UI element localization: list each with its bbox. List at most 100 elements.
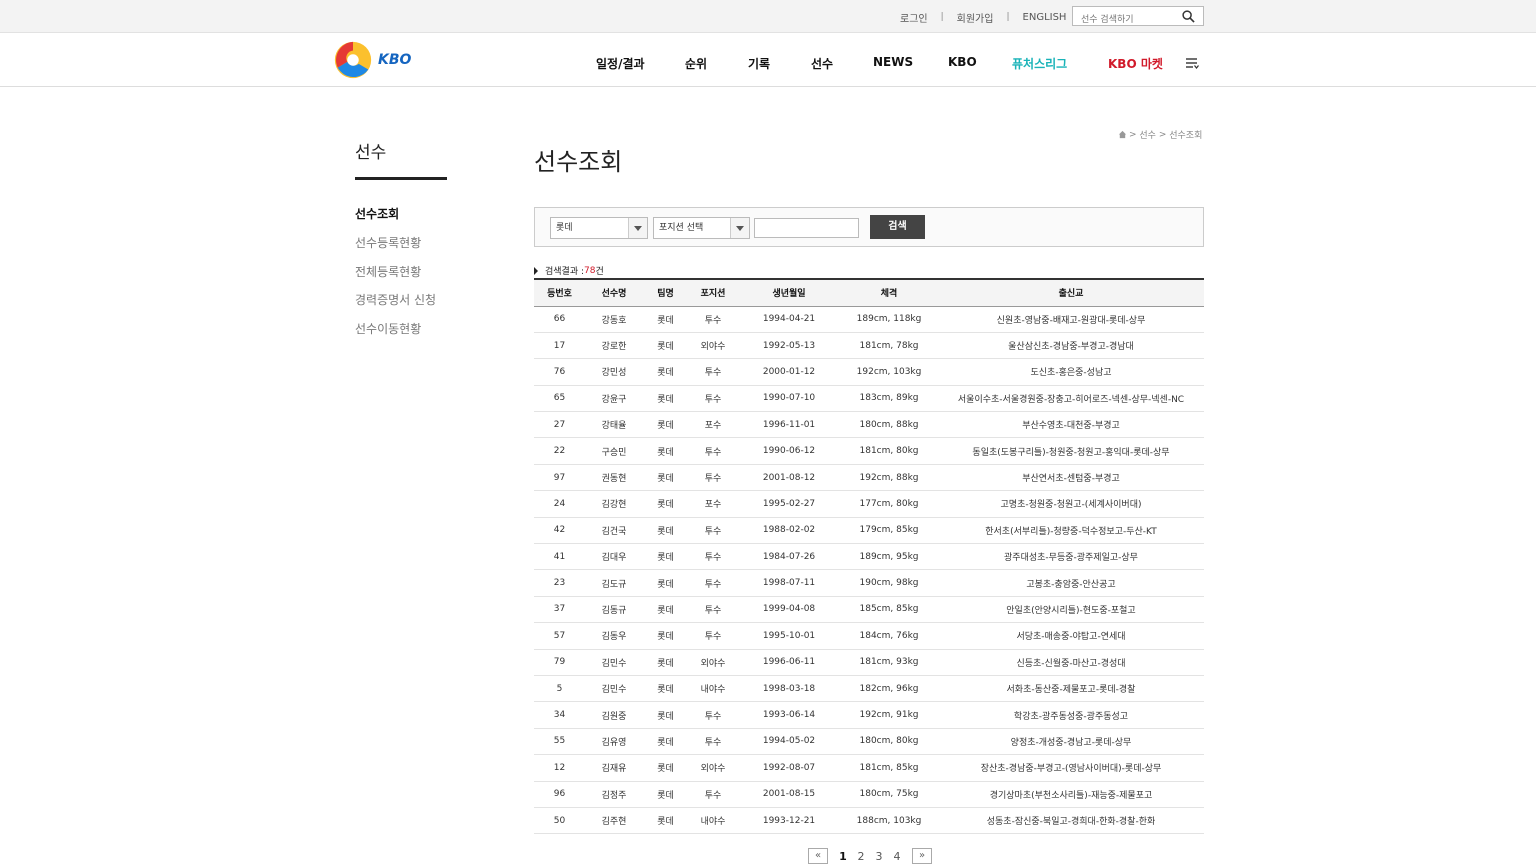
cell-team: 롯데 <box>643 701 688 729</box>
cell-player-name[interactable]: 김원중 <box>585 701 643 729</box>
breadcrumb-players[interactable]: 선수 <box>1139 128 1156 141</box>
cell-player-name[interactable]: 강민성 <box>585 358 643 386</box>
cell-position: 투수 <box>688 543 738 571</box>
search-icon[interactable] <box>1182 10 1195 23</box>
bullet-triangle-icon <box>534 266 538 275</box>
team-select[interactable]: 롯데 <box>550 217 648 239</box>
page-number-current[interactable]: 1 <box>834 850 852 863</box>
player-name-input[interactable] <box>754 218 859 238</box>
cell-player-name[interactable]: 김주현 <box>585 807 643 835</box>
gnb-kbo[interactable]: KBO <box>948 55 977 69</box>
breadcrumb-separator: > <box>1129 129 1140 140</box>
table-row: 65 강윤구 롯데 투수 1990-07-10 183cm, 89kg 서울이수초-서울경원… <box>534 385 1204 413</box>
cell-player-name[interactable]: 강태율 <box>585 411 643 439</box>
cell-birthdate: 1994-05-02 <box>738 728 840 756</box>
cell-player-name[interactable]: 김동규 <box>585 596 643 624</box>
lnb-item-all-registration[interactable]: 전체등록현황 <box>355 263 421 280</box>
breadcrumb-player-search[interactable]: 선수조회 <box>1169 128 1202 141</box>
result-label: 검색결과 : <box>545 267 585 277</box>
cell-team: 롯데 <box>643 358 688 386</box>
cell-player-name[interactable]: 구승민 <box>585 437 643 465</box>
lnb-item-career-certificate[interactable]: 경력증명서 신청 <box>355 291 436 308</box>
cell-position: 외야수 <box>688 649 738 676</box>
cell-back-number: 34 <box>534 701 585 729</box>
cell-physique: 179cm, 85kg <box>840 517 938 545</box>
cell-school: 서울이수초-서울경원중-장충고-히어로즈-넥센-상무-넥센-NC <box>938 385 1204 413</box>
cell-school: 광주대성초-무등중-광주제일고-상무 <box>938 543 1204 571</box>
gnb-news[interactable]: NEWS <box>873 55 913 69</box>
cell-back-number: 23 <box>534 569 585 597</box>
cell-player-name[interactable]: 강윤구 <box>585 385 643 413</box>
table-row: 50 김주현 롯데 내야수 1993-12-21 188cm, 103kg 성동초-잠신중-… <box>534 807 1204 835</box>
gnb-schedule[interactable]: 일정/결과 <box>596 55 645 72</box>
gnb-records[interactable]: 기록 <box>748 55 770 72</box>
chevron-down-icon[interactable] <box>730 218 749 238</box>
gnb-futures-league[interactable]: 퓨처스리그 <box>1012 55 1067 72</box>
lnb-item-registration-status[interactable]: 선수등록현황 <box>355 234 421 251</box>
cell-player-name[interactable]: 김건국 <box>585 517 643 545</box>
player-search-input[interactable] <box>1073 11 1173 29</box>
cell-player-name[interactable]: 김대우 <box>585 543 643 571</box>
cell-player-name[interactable]: 김강현 <box>585 490 643 518</box>
utility-bar: 로그인 | 회원가입 | ENGLISH <box>0 0 1536 33</box>
chevron-down-icon[interactable] <box>628 218 647 238</box>
cell-position: 포수 <box>688 490 738 518</box>
home-icon[interactable] <box>1118 130 1127 139</box>
cell-player-name[interactable]: 김도규 <box>585 569 643 597</box>
cell-back-number: 96 <box>534 781 585 808</box>
utility-links: 로그인 | 회원가입 | ENGLISH <box>900 9 1066 25</box>
gnb-kbo-market[interactable]: KBO 마켓 <box>1108 55 1163 72</box>
all-menu-icon[interactable] <box>1185 56 1199 70</box>
lnb-item-player-transfers[interactable]: 선수이동현황 <box>355 320 421 337</box>
cell-birthdate: 1990-06-12 <box>738 437 840 465</box>
cell-player-name[interactable]: 김동우 <box>585 622 643 650</box>
col-back-number: 등번호 <box>534 278 585 307</box>
gnb-ranking[interactable]: 순위 <box>685 55 707 72</box>
cell-player-name[interactable]: 김정주 <box>585 781 643 808</box>
position-select[interactable]: 포지션 선택 <box>653 217 750 239</box>
position-select-value: 포지션 선택 <box>659 223 704 233</box>
cell-birthdate: 1990-07-10 <box>738 385 840 413</box>
cell-team: 롯데 <box>643 596 688 624</box>
cell-back-number: 24 <box>534 490 585 518</box>
login-link[interactable]: 로그인 <box>900 10 928 25</box>
cell-back-number: 5 <box>534 675 585 703</box>
cell-school: 학강초-광주동성중-광주동성고 <box>938 701 1204 729</box>
logo-wordmark: KBO <box>378 52 412 68</box>
join-link[interactable]: 회원가입 <box>957 10 994 25</box>
page-number[interactable]: 2 <box>852 850 870 863</box>
cell-player-name[interactable]: 강로한 <box>585 332 643 360</box>
cell-back-number: 50 <box>534 807 585 835</box>
next-page-button[interactable]: » <box>912 848 932 864</box>
prev-page-button[interactable]: « <box>808 848 828 864</box>
kbo-logo[interactable]: KBO <box>332 38 412 82</box>
gnb-players[interactable]: 선수 <box>811 55 833 72</box>
cell-school: 한서초(서부리틀)-청량중-덕수정보고-두산-KT <box>938 517 1204 545</box>
col-physique: 체격 <box>840 278 938 307</box>
cell-team: 롯데 <box>643 517 688 545</box>
player-table-body: 66 강동호 롯데 투수 1994-04-21 189cm, 118kg 신원초-영남중-배… <box>534 306 1204 835</box>
english-link[interactable]: ENGLISH <box>1023 12 1067 23</box>
page-number[interactable]: 3 <box>870 850 888 863</box>
cell-position: 외야수 <box>688 332 738 360</box>
table-header-row: 등번호 선수명 팀명 포지션 생년월일 체격 출신교 <box>534 278 1204 307</box>
cell-back-number: 65 <box>534 385 585 413</box>
page-number[interactable]: 4 <box>888 850 906 863</box>
cell-player-name[interactable]: 김유영 <box>585 728 643 756</box>
cell-position: 내야수 <box>688 807 738 835</box>
cell-position: 투수 <box>688 622 738 650</box>
cell-player-name[interactable]: 권동현 <box>585 464 643 492</box>
cell-player-name[interactable]: 김재유 <box>585 754 643 782</box>
divider: | <box>940 12 944 22</box>
cell-team: 롯데 <box>643 754 688 782</box>
search-button[interactable]: 검색 <box>870 215 925 239</box>
search-filter-box: 롯데 포지션 선택 검색 <box>534 207 1204 247</box>
lnb-item-player-search[interactable]: 선수조회 <box>355 205 399 222</box>
cell-school: 동일초(도봉구리틀)-청원중-청원고-홍익대-롯데-상무 <box>938 437 1204 465</box>
cell-player-name[interactable]: 강동호 <box>585 306 643 333</box>
lnb-title-underline <box>355 177 447 180</box>
cell-player-name[interactable]: 김민수 <box>585 649 643 676</box>
cell-player-name[interactable]: 김민수 <box>585 675 643 703</box>
col-player-name: 선수명 <box>585 278 643 307</box>
cell-position: 투수 <box>688 596 738 624</box>
